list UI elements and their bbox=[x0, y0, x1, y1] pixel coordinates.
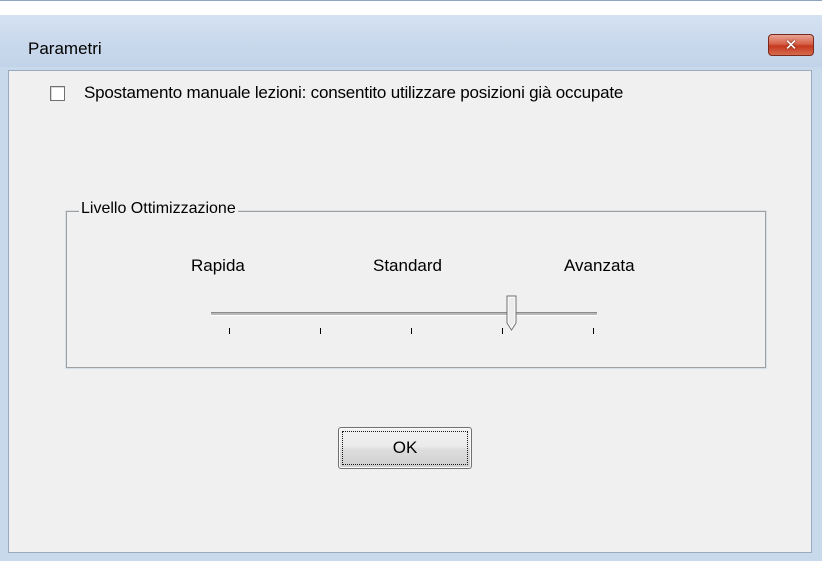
close-button[interactable]: ✕ bbox=[768, 34, 814, 56]
window-title: Parametri bbox=[28, 39, 102, 58]
slider-tick bbox=[411, 328, 412, 334]
close-icon: ✕ bbox=[784, 36, 798, 54]
ok-button-label: OK bbox=[392, 438, 418, 457]
slider-tick bbox=[502, 328, 503, 334]
level-label-rapida: Rapida bbox=[191, 256, 245, 275]
parametri-dialog: Parametri ✕ Spostamento manuale lezioni:… bbox=[0, 0, 822, 561]
title-bar[interactable]: Parametri ✕ bbox=[0, 0, 822, 67]
slider-tick bbox=[229, 328, 230, 334]
level-label-avanzata: Avanzata bbox=[564, 256, 635, 275]
optimization-level-slider[interactable] bbox=[205, 290, 605, 340]
optimization-group-label: Livello Ottimizzazione bbox=[79, 200, 238, 218]
slider-track[interactable] bbox=[211, 312, 597, 316]
ok-button[interactable]: OK bbox=[338, 427, 472, 469]
slider-thumb-icon[interactable] bbox=[506, 295, 517, 331]
manual-move-label[interactable]: Spostamento manuale lezioni: consentito … bbox=[84, 83, 623, 103]
slider-tick bbox=[593, 328, 594, 334]
title-bar-top-strip bbox=[0, 1, 822, 15]
manual-move-checkbox[interactable] bbox=[50, 86, 65, 101]
slider-tick bbox=[320, 328, 321, 334]
level-label-standard: Standard bbox=[373, 256, 442, 275]
